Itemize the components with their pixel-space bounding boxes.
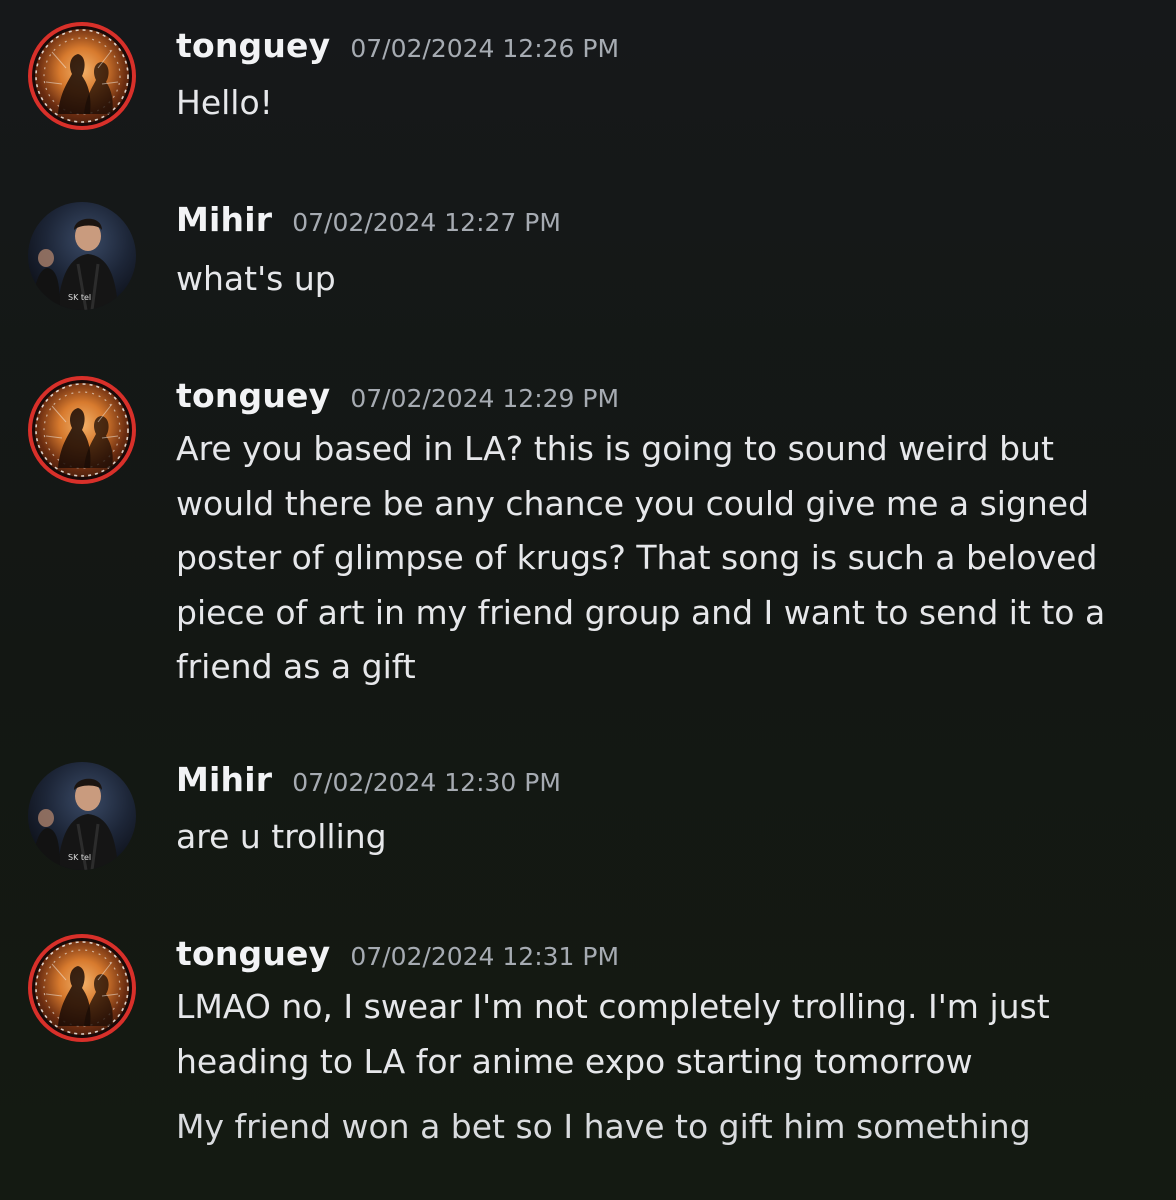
fire-portrait-avatar[interactable]	[28, 376, 136, 484]
message-content: LMAO no, I swear I'm not completely trol…	[176, 987, 1050, 1081]
message-timestamp: 07/02/2024 12:30 PM	[292, 768, 561, 797]
svg-text:SK tel: SK tel	[68, 853, 91, 862]
message-content: what's up	[176, 259, 336, 298]
message-timestamp: 07/02/2024 12:31 PM	[350, 942, 620, 971]
svg-text:SK tel: SK tel	[68, 293, 91, 302]
author-name[interactable]: Mihir	[176, 760, 272, 799]
author-name[interactable]: tonguey	[176, 934, 330, 973]
fire-portrait-avatar[interactable]	[28, 934, 136, 1042]
author-name[interactable]: tonguey	[176, 376, 330, 415]
fire-portrait-avatar[interactable]	[28, 22, 136, 130]
message-content: My friend won a bet so I have to gift hi…	[176, 1107, 1031, 1146]
player-photo-avatar[interactable]: SK tel	[28, 202, 136, 310]
message-timestamp: 07/02/2024 12:29 PM	[350, 384, 620, 413]
message-timestamp: 07/02/2024 12:27 PM	[292, 208, 561, 237]
player-photo-avatar[interactable]: SK tel	[28, 762, 136, 870]
author-name[interactable]: tonguey	[176, 26, 330, 65]
message-list: tonguey 07/02/2024 12:26 PM Hello! SK tel…	[0, 0, 1176, 1200]
message-timestamp: 07/02/2024 12:26 PM	[350, 34, 620, 63]
author-name[interactable]: Mihir	[176, 200, 272, 239]
message-content: are u trolling	[176, 817, 387, 856]
message-content: Are you based in LA? this is going to so…	[176, 429, 1106, 686]
message-content: Hello!	[176, 83, 273, 122]
